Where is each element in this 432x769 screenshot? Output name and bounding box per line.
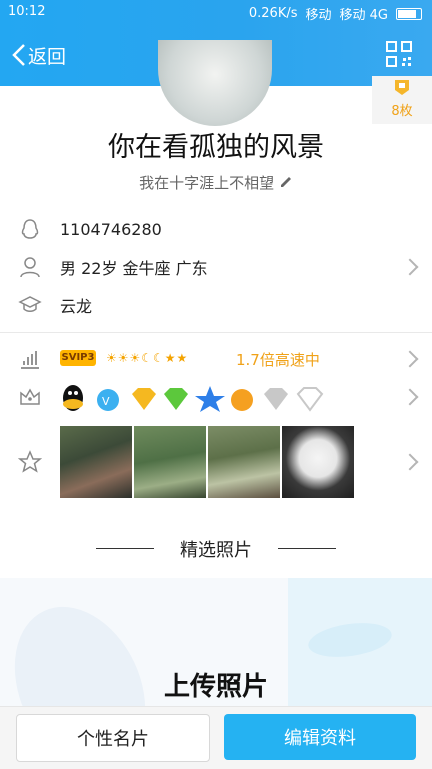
star-blue-icon bbox=[195, 386, 225, 412]
level-chart-icon bbox=[21, 351, 39, 369]
status-time: 10:12 bbox=[8, 4, 46, 19]
graduation-cap-icon bbox=[18, 296, 42, 312]
status-right: 0.26K/s 移动 移动 4G bbox=[249, 4, 422, 23]
star-ribbon-icon bbox=[18, 450, 42, 473]
crown-icon bbox=[20, 388, 40, 405]
person-icon bbox=[20, 257, 40, 278]
nickname: 你在看孤独的风景 bbox=[108, 132, 324, 163]
signature[interactable]: 我在十字涯上不相望 bbox=[0, 172, 432, 193]
section-title: 精选照片 bbox=[180, 540, 252, 561]
profile-card-button[interactable]: 个性名片 bbox=[16, 714, 210, 762]
level-icons: ☀☀☀☾☾★★ bbox=[106, 351, 189, 365]
signature-text: 我在十字涯上不相望 bbox=[139, 174, 275, 192]
medal-icon bbox=[395, 80, 409, 95]
personal-details-row[interactable]: 男 22岁 金牛座 广东 bbox=[0, 248, 432, 286]
photo-thumbnail[interactable] bbox=[282, 426, 354, 498]
photo-thumbnail[interactable] bbox=[60, 426, 132, 498]
qq-number: 1104746280 bbox=[60, 219, 162, 239]
acceleration-text: 1.7倍高速中 bbox=[236, 351, 320, 369]
edit-profile-button[interactable]: 编辑资料 bbox=[224, 714, 416, 760]
privilege-icons: V bbox=[63, 385, 324, 412]
section-line-right bbox=[278, 548, 336, 549]
upload-photo-label[interactable]: 上传照片 bbox=[0, 666, 432, 703]
medal-count: 8枚 bbox=[391, 104, 413, 119]
personal-details: 男 22岁 金牛座 广东 bbox=[60, 259, 208, 278]
chevron-right-icon bbox=[401, 258, 419, 276]
diamond-green-icon bbox=[164, 388, 188, 410]
svg-text:V: V bbox=[102, 395, 110, 408]
divider bbox=[0, 332, 432, 333]
carrier-2: 移动 4G bbox=[339, 8, 388, 23]
qq-number-row: 1104746280 bbox=[0, 210, 432, 248]
svip-badge: SVIP3 bbox=[60, 350, 96, 366]
diamond-gray-icon bbox=[264, 388, 288, 410]
chevron-right-icon bbox=[401, 350, 419, 368]
sun-gold-icon bbox=[231, 389, 253, 411]
avatar[interactable] bbox=[158, 40, 272, 126]
qq-penguin-icon bbox=[21, 219, 39, 239]
battery-icon bbox=[396, 7, 422, 20]
diamond-outline-icon bbox=[296, 387, 324, 412]
vip-badge-icon: V bbox=[97, 389, 119, 411]
carrier-1: 移动 bbox=[305, 8, 332, 23]
status-bar: 10:12 0.26K/s 移动 移动 4G bbox=[0, 0, 432, 24]
network-speed: 0.26K/s bbox=[248, 6, 298, 21]
qq-penguin-badge-icon bbox=[63, 385, 83, 411]
school-row: 云龙 bbox=[0, 286, 432, 324]
photo-thumbnail[interactable] bbox=[208, 426, 280, 498]
chevron-right-icon bbox=[401, 453, 419, 471]
edit-pencil-icon bbox=[280, 177, 291, 187]
diamond-yellow-icon bbox=[132, 388, 156, 410]
school-name: 云龙 bbox=[60, 297, 93, 316]
chevron-right-icon bbox=[401, 388, 419, 406]
photo-thumbnail[interactable] bbox=[134, 426, 206, 498]
medal-badge[interactable]: 8枚 bbox=[372, 76, 432, 124]
qr-code-icon[interactable] bbox=[386, 41, 412, 67]
